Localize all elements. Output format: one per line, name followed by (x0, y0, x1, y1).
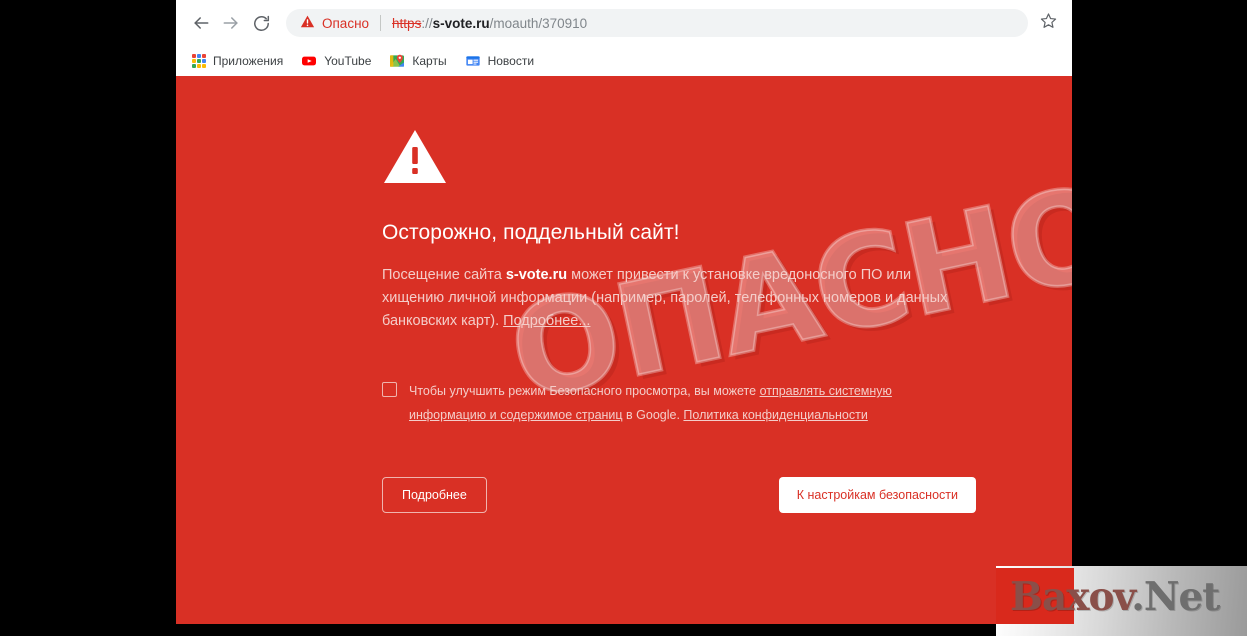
bookmark-label: YouTube (324, 53, 372, 68)
safety-settings-button[interactable]: К настройкам безопасности (778, 477, 976, 513)
bookmark-button[interactable] (1034, 9, 1062, 37)
optin-text-1: Чтобы улучшить режим Безопасного просмот… (409, 384, 760, 398)
learn-more-link[interactable]: Подробнее... (503, 313, 590, 329)
paragraph-text-1: Посещение сайта (382, 267, 506, 283)
privacy-policy-link[interactable]: Политика конфиденциальности (683, 408, 867, 422)
baxov-net-logo-watermark: Baxov.Net (996, 566, 1247, 636)
back-button[interactable] (186, 8, 216, 38)
page-title: Осторожно, поддельный сайт! (382, 221, 680, 244)
details-button[interactable]: Подробнее (382, 477, 487, 513)
paragraph-host: s-vote.ru (505, 267, 568, 283)
reload-icon (252, 14, 271, 33)
optin-checkbox[interactable] (382, 382, 397, 397)
optin-text-2: в Google. (622, 408, 684, 422)
bookmark-label: Новости (487, 53, 535, 68)
url-host: s-vote.ru (432, 15, 490, 31)
bookmark-news[interactable]: Новости (457, 49, 542, 73)
interstitial-content: Осторожно, поддельный сайт! Посещение са… (176, 76, 982, 513)
forward-button[interactable] (216, 8, 246, 38)
logo-text-a: Baxov (1010, 574, 1132, 620)
apps-grid-icon (192, 53, 206, 68)
bookmark-label: Карты (412, 53, 447, 68)
bookmark-star-icon (1040, 12, 1057, 34)
bookmark-apps[interactable]: Приложения (184, 49, 291, 73)
address-bar[interactable]: Опасно https :// s-vote.ru /moauth/37091… (286, 9, 1028, 37)
security-status-label: Опасно (322, 15, 370, 31)
security-interstitial-page: ОПАСНО! Осторожно, поддельный сайт! Посе… (176, 76, 1072, 624)
browser-window: Опасно https :// s-vote.ru /moauth/37091… (176, 0, 1072, 624)
optin-text: Чтобы улучшить режим Безопасного просмот… (409, 379, 924, 427)
omnibox-divider (380, 15, 382, 31)
url-scheme: https (392, 15, 422, 31)
url-path: /moauth/370910 (489, 15, 588, 31)
logo-text: Baxov.Net (1010, 574, 1220, 620)
arrow-right-icon (221, 13, 241, 33)
warning-paragraph: Посещение сайта s-vote.ru может привести… (382, 264, 967, 333)
button-row: Подробнее К настройкам безопасности (382, 477, 976, 513)
youtube-icon (301, 53, 317, 69)
safe-browsing-optin: Чтобы улучшить режим Безопасного просмот… (382, 379, 924, 427)
logo-text-b: .Net (1131, 574, 1220, 620)
maps-pin-icon (389, 53, 405, 69)
reload-button[interactable] (246, 8, 276, 38)
news-icon (465, 53, 481, 69)
url-scheme-separator: :// (421, 15, 433, 31)
danger-triangle-icon (300, 14, 315, 32)
arrow-left-icon (191, 13, 211, 33)
bookmarks-bar: Приложения YouTube Карты Новости (176, 46, 1072, 76)
warning-triangle-icon (382, 128, 982, 191)
bookmark-youtube[interactable]: YouTube (293, 49, 379, 73)
browser-toolbar: Опасно https :// s-vote.ru /moauth/37091… (176, 0, 1072, 46)
bookmark-label: Приложения (213, 53, 284, 68)
bookmark-maps[interactable]: Карты (381, 49, 454, 73)
